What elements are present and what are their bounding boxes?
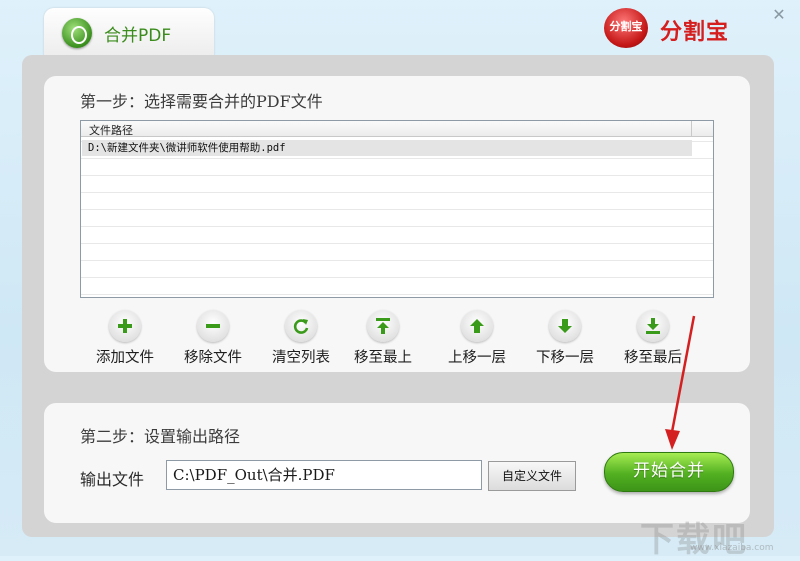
- add-file-button[interactable]: 添加文件: [92, 310, 158, 367]
- tab-title: 合并PDF: [104, 26, 172, 46]
- tab-merge-pdf[interactable]: 合并PDF: [44, 8, 214, 56]
- move-down-label: 下移一层: [536, 350, 594, 366]
- move-bottom-button[interactable]: 移至最后: [620, 310, 686, 367]
- output-file-label: 输出文件: [80, 470, 145, 489]
- column-header-path: 文件路径: [89, 124, 133, 137]
- header-separator: [691, 121, 692, 136]
- move-up-label: 上移一层: [448, 350, 506, 366]
- step1-title: 第一步：选择需要合并的PDF文件: [80, 92, 323, 111]
- move-bottom-icon: [637, 310, 669, 342]
- title-bar: 合并PDF 分割宝 分割宝 ✕: [0, 0, 800, 56]
- file-list[interactable]: 文件路径 D:\新建文件夹\微讲师软件使用帮助.pdf: [80, 120, 714, 298]
- step2-title: 第二步：设置输出路径: [80, 427, 241, 446]
- add-file-label: 添加文件: [96, 350, 154, 366]
- move-top-label: 移至最上: [354, 350, 412, 366]
- move-top-button[interactable]: 移至最上: [350, 310, 416, 367]
- close-button[interactable]: ✕: [770, 6, 788, 24]
- move-down-button[interactable]: 下移一层: [532, 310, 598, 367]
- minus-icon: [197, 310, 229, 342]
- clear-list-button[interactable]: 清空列表: [268, 310, 334, 367]
- brand-logo-icon: 分割宝: [604, 8, 648, 48]
- start-merge-button[interactable]: 开始合并: [604, 452, 734, 492]
- move-bottom-label: 移至最后: [624, 350, 682, 366]
- watermark: 下载吧: [640, 520, 748, 560]
- list-item-path: D:\新建文件夹\微讲师软件使用帮助.pdf: [88, 142, 286, 154]
- arrow-up-icon: [461, 310, 493, 342]
- remove-file-label: 移除文件: [184, 350, 242, 366]
- watermark-url: www.xiazaiba.com: [690, 543, 774, 553]
- clear-list-label: 清空列表: [272, 350, 330, 366]
- move-top-icon: [367, 310, 399, 342]
- remove-file-button[interactable]: 移除文件: [180, 310, 246, 367]
- output-path-input[interactable]: C:\PDF_Out\合并.PDF: [166, 460, 482, 490]
- plus-icon: [109, 310, 141, 342]
- list-item[interactable]: D:\新建文件夹\微讲师软件使用帮助.pdf: [82, 140, 692, 156]
- refresh-icon: [285, 310, 317, 342]
- custom-file-button[interactable]: 自定义文件: [488, 461, 576, 491]
- move-up-button[interactable]: 上移一层: [444, 310, 510, 367]
- arrow-down-icon: [549, 310, 581, 342]
- merge-logo-icon: [62, 18, 92, 48]
- brand-title: 分割宝: [660, 20, 730, 45]
- list-header[interactable]: 文件路径: [81, 121, 713, 137]
